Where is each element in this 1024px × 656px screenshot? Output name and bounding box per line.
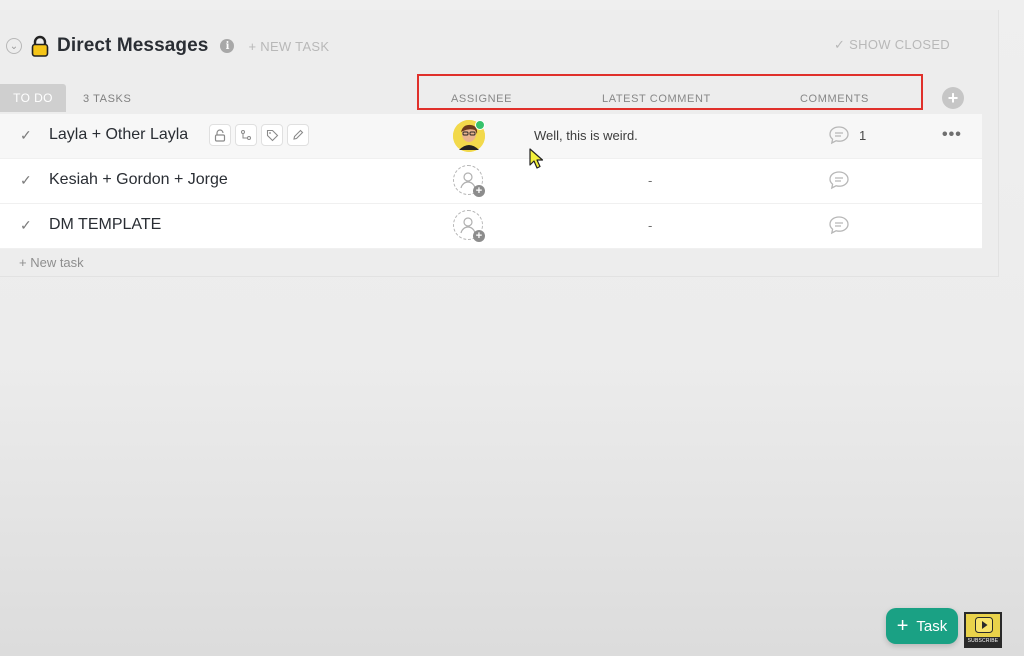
subscribe-badge[interactable]: SUBSCRIBE: [964, 612, 1002, 648]
lock-icon: [31, 35, 49, 57]
task-name[interactable]: Layla + Other Layla: [49, 126, 188, 144]
subscribe-label: SUBSCRIBE: [966, 637, 1000, 646]
checkmark-icon: ✓: [833, 37, 846, 52]
table-row[interactable]: ✓ DM TEMPLATE + -: [0, 204, 982, 249]
subtask-icon[interactable]: [235, 124, 257, 146]
add-assignee-button[interactable]: +: [453, 165, 485, 197]
table-row[interactable]: ✓ Layla + Other Layla Well, this is weir…: [0, 114, 982, 159]
latest-comment[interactable]: Well, this is weird.: [534, 128, 638, 143]
checkmark-icon[interactable]: ✓: [20, 127, 32, 144]
plus-icon: +: [473, 230, 485, 242]
show-closed-button[interactable]: ✓ SHOW CLOSED: [834, 37, 950, 53]
annotation-highlight-box: [417, 74, 923, 110]
status-badge[interactable]: TO DO: [0, 84, 66, 112]
checkmark-icon[interactable]: ✓: [20, 217, 32, 234]
task-count: 3 TASKS: [83, 93, 132, 105]
plus-icon: +: [896, 615, 909, 637]
latest-comment: -: [648, 218, 653, 233]
task-list: ✓ Layla + Other Layla Well, this is weir…: [0, 114, 982, 249]
comment-icon[interactable]: [828, 215, 850, 235]
add-task-fab-label: Task: [916, 617, 948, 635]
plus-icon: +: [473, 185, 485, 197]
checkmark-icon[interactable]: ✓: [20, 172, 32, 189]
online-status-dot: [475, 120, 485, 130]
more-options-icon[interactable]: •••: [942, 126, 962, 144]
lock-action-icon[interactable]: [209, 124, 231, 146]
avatar[interactable]: [453, 120, 485, 152]
comment-icon[interactable]: [828, 125, 850, 145]
task-name[interactable]: Kesiah + Gordon + Jorge: [49, 171, 228, 189]
page-title: Direct Messages: [57, 35, 209, 56]
mouse-cursor-icon: [529, 148, 544, 169]
collapse-toggle-icon[interactable]: ⌄: [6, 38, 22, 54]
comment-icon[interactable]: [828, 170, 850, 190]
add-assignee-button[interactable]: +: [453, 210, 485, 242]
play-icon: [975, 617, 993, 633]
task-quick-actions: [209, 124, 309, 146]
list-header: ⌄ Direct Messages i + NEW TASK: [6, 32, 329, 60]
table-row[interactable]: ✓ Kesiah + Gordon + Jorge + -: [0, 159, 982, 204]
task-name[interactable]: DM TEMPLATE: [49, 216, 161, 234]
edit-pencil-icon[interactable]: [287, 124, 309, 146]
info-icon[interactable]: i: [220, 39, 235, 53]
add-task-fab-button[interactable]: + Task: [886, 608, 958, 644]
show-closed-label: SHOW CLOSED: [849, 37, 950, 52]
tag-icon[interactable]: [261, 124, 283, 146]
new-task-button[interactable]: + New task: [19, 255, 84, 270]
comment-count: 1: [859, 128, 867, 143]
latest-comment: -: [648, 173, 653, 188]
add-column-button[interactable]: +: [942, 87, 964, 109]
new-task-header-button[interactable]: + NEW TASK: [248, 39, 329, 54]
